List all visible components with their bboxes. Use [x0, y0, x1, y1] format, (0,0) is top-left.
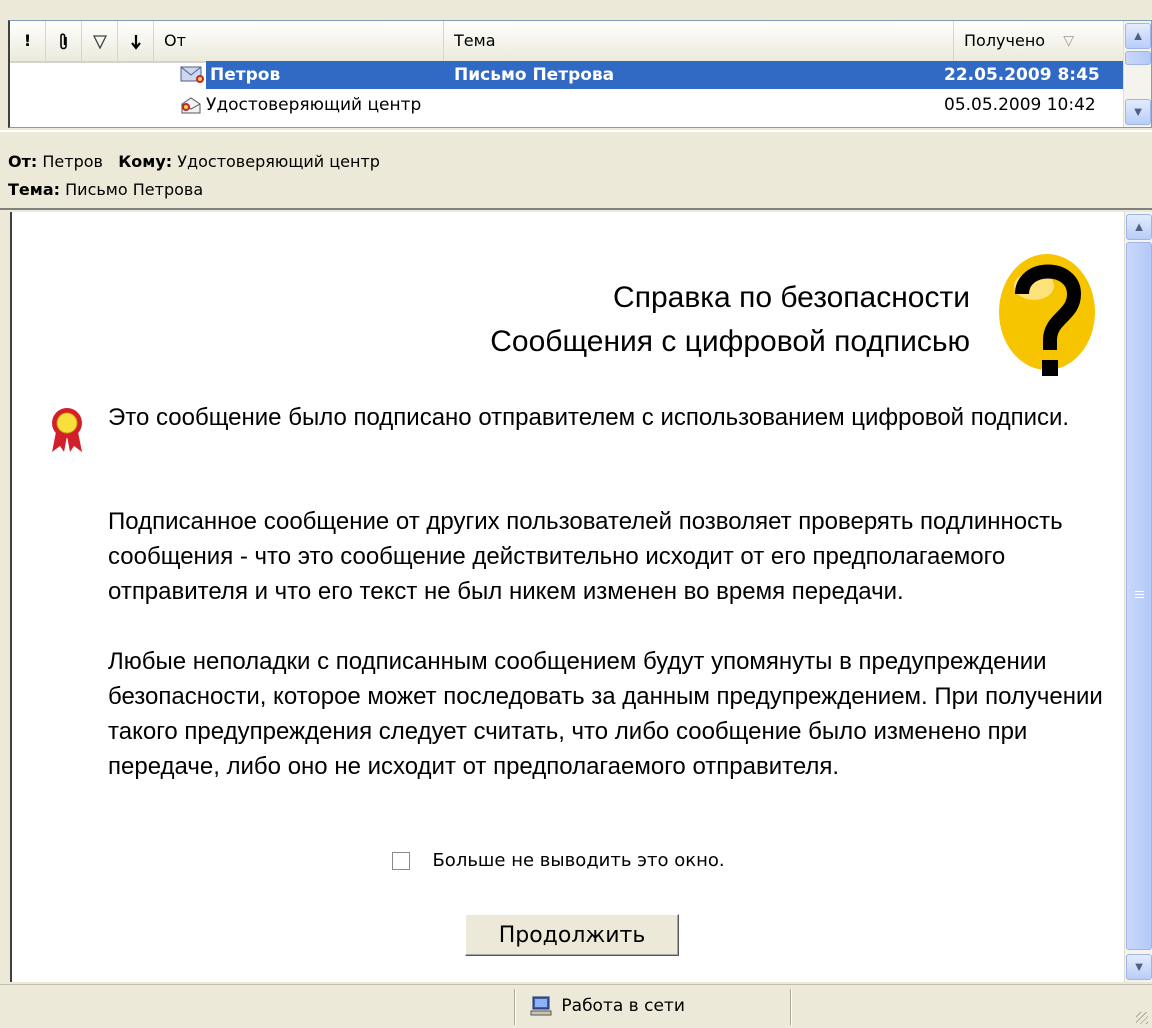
scroll-thumb[interactable] — [1126, 242, 1152, 950]
digital-signature-seal-icon — [52, 408, 82, 452]
scroll-thumb[interactable] — [1125, 51, 1151, 65]
message-subject: Письмо Петрова — [454, 65, 615, 85]
scroll-thumb-grip — [1135, 591, 1144, 599]
down-arrow-icon — [130, 34, 141, 50]
network-status-label: Работа в сети — [561, 996, 685, 1016]
computer-network-icon — [530, 996, 552, 1016]
resize-grip[interactable] — [1136, 1012, 1148, 1024]
message-from: Удостоверяющий центр — [206, 95, 422, 115]
exclamation-icon: ! — [23, 31, 32, 50]
download-column-header[interactable] — [118, 21, 154, 61]
authenticity-paragraph: Подписанное сообщение от других пользова… — [108, 508, 1063, 605]
warning-paragraph: Любые неполадки с подписанным сообщением… — [108, 648, 1103, 780]
dont-show-again-label: Больше не выводить это окно. — [432, 850, 725, 871]
from-column-label: От — [164, 31, 186, 50]
scroll-up-button[interactable]: ▲ — [1125, 23, 1151, 49]
subject-column-header[interactable]: Тема — [444, 21, 954, 61]
subject-label: Тема: — [8, 180, 61, 199]
security-help-title: Справка по безопасности Сообщения с цифр… — [490, 276, 970, 364]
message-row[interactable]: Удостоверяющий центр 05.05.2009 10:42 — [10, 91, 1124, 119]
help-question-icon — [999, 254, 1095, 376]
status-bar: Работа в сети — [0, 984, 1152, 1028]
message-row[interactable]: Петров Письмо Петрова 22.05.2009 8:45 — [10, 61, 1134, 89]
scroll-down-button[interactable]: ▼ — [1126, 954, 1152, 980]
status-divider — [514, 989, 516, 1025]
preview-scrollbar[interactable]: ▲ ▼ — [1124, 212, 1152, 982]
from-column-header[interactable]: От — [154, 21, 444, 61]
preview-from-to-line: От: Петров Кому: Удостоверяющий центр — [8, 152, 380, 171]
dont-show-again-checkbox[interactable] — [392, 851, 410, 870]
message-received: 22.05.2009 8:45 — [944, 65, 1100, 85]
subject-value: Письмо Петрова — [65, 180, 204, 199]
from-label: От: — [8, 152, 38, 171]
continue-button[interactable]: Продолжить — [465, 914, 679, 956]
sort-descending-icon: ▽ — [1063, 33, 1074, 49]
message-list-header: ! От Тема Получено ▽ — [10, 21, 1124, 63]
received-column-header[interactable]: Получено ▽ — [954, 21, 1124, 61]
security-help-title-line1: Справка по безопасности — [613, 281, 970, 314]
signed-open-mail-icon — [181, 97, 201, 114]
message-list: ! От Тема Получено ▽ Петров Письмо Петро… — [8, 20, 1152, 128]
from-value: Петров — [42, 152, 103, 171]
preview-header: От: Петров Кому: Удостоверяющий центр Те… — [0, 130, 1152, 210]
to-label: Кому: — [118, 152, 173, 171]
received-column-label: Получено — [964, 31, 1046, 50]
importance-column-header[interactable]: ! — [10, 21, 46, 61]
subject-column-label: Тема — [454, 31, 496, 50]
dont-show-again-option[interactable]: Больше не выводить это окно. — [392, 850, 725, 876]
message-received: 05.05.2009 10:42 — [944, 95, 1096, 115]
attachment-column-header[interactable] — [46, 21, 82, 61]
message-list-scrollbar[interactable]: ▲ ▼ — [1123, 21, 1151, 127]
flag-column-header[interactable] — [82, 21, 118, 61]
security-help-title-line2: Сообщения с цифровой подписью — [490, 325, 970, 358]
status-divider — [790, 989, 792, 1025]
message-from: Петров — [210, 65, 281, 85]
scroll-up-button[interactable]: ▲ — [1126, 214, 1152, 240]
to-value: Удостоверяющий центр — [177, 152, 380, 171]
paperclip-icon — [59, 32, 67, 49]
scroll-down-button[interactable]: ▼ — [1125, 99, 1151, 125]
signed-mail-icon — [180, 66, 204, 83]
signed-message-paragraph: Это сообщение было подписано отправителе… — [108, 404, 1070, 431]
flag-icon — [92, 34, 107, 49]
preview-subject-line: Тема: Письмо Петрова — [8, 180, 203, 199]
network-status: Работа в сети — [530, 995, 685, 1017]
preview-pane: Справка по безопасности Сообщения с цифр… — [10, 212, 1152, 982]
